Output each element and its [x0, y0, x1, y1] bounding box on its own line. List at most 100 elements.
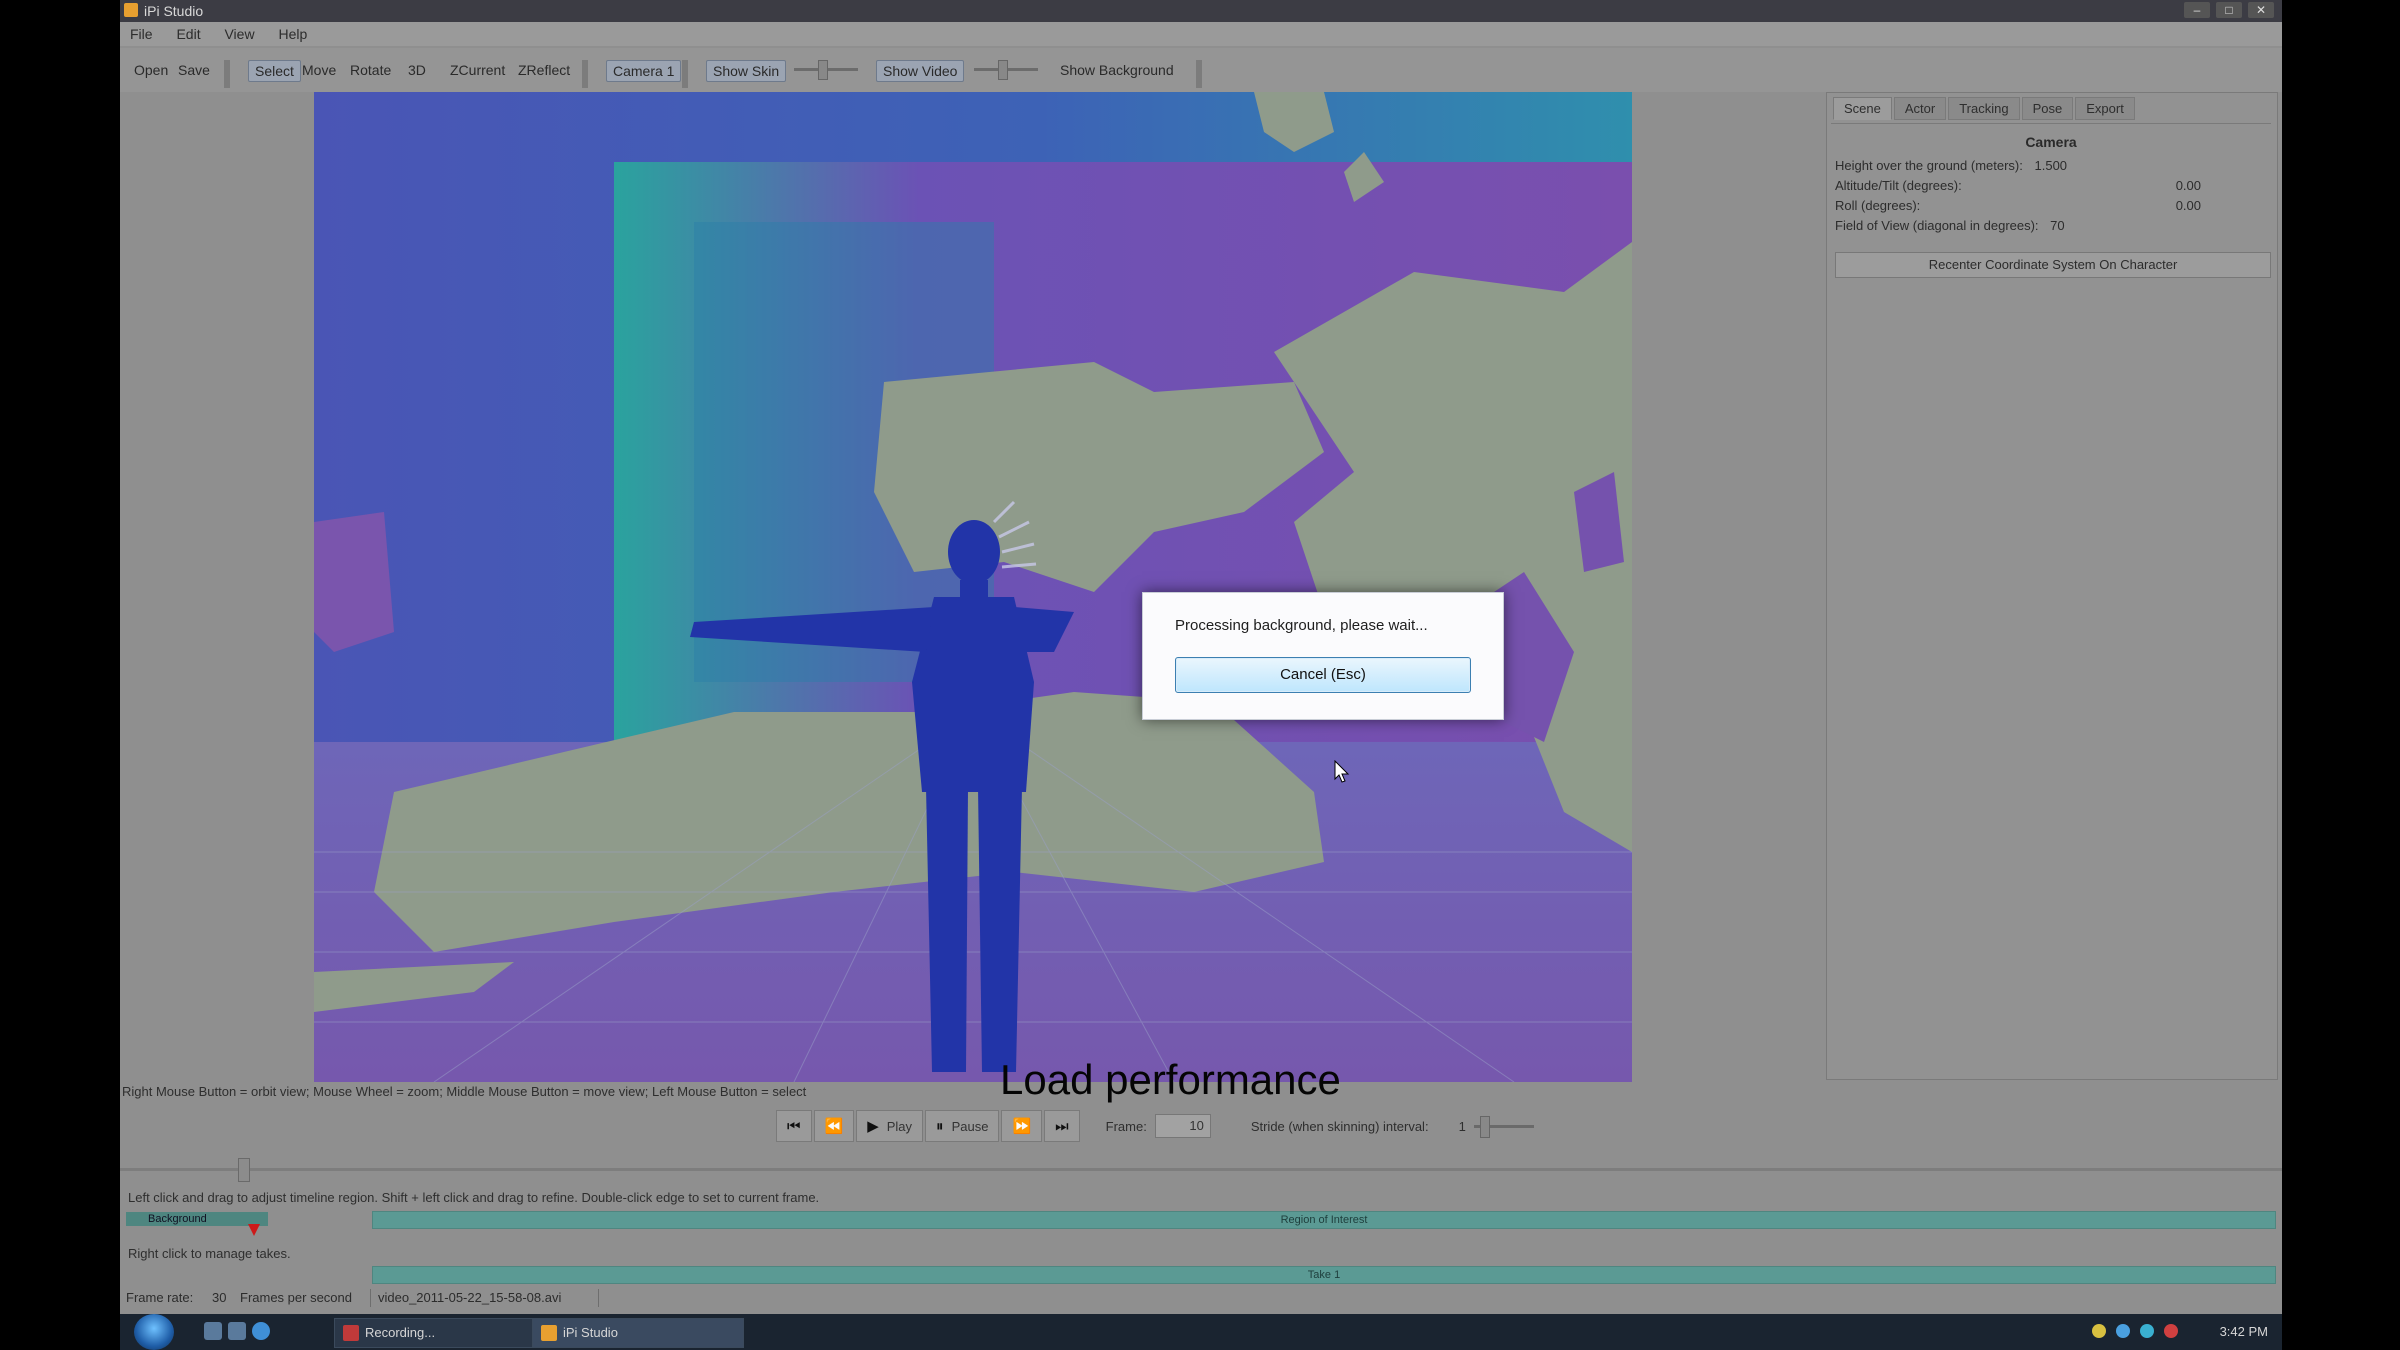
processing-dialog: Processing background, please wait... Ca…	[1142, 592, 1504, 720]
rotate-button[interactable]: Rotate	[344, 60, 397, 80]
clock[interactable]: 3:42 PM	[2220, 1324, 2268, 1339]
seek-thumb[interactable]	[238, 1158, 250, 1182]
tab-scene[interactable]: Scene	[1833, 97, 1892, 120]
rewind-icon: ⏪	[824, 1118, 844, 1135]
show-skin-toggle[interactable]: Show Skin	[706, 60, 787, 82]
cancel-button[interactable]: Cancel (Esc)	[1175, 657, 1471, 693]
roll-label: Roll (degrees):	[1835, 198, 1921, 213]
roll-value[interactable]: 0.00	[2176, 198, 2201, 213]
show-background-toggle[interactable]: Show Background	[1054, 60, 1180, 80]
seek-bar[interactable]	[120, 1158, 2282, 1182]
video-filename: video_2011-05-22_15-58-08.avi	[378, 1290, 562, 1305]
skip-end-button[interactable]: ⏭	[1044, 1110, 1080, 1142]
skip-end-icon: ⏭	[1055, 1117, 1069, 1135]
height-label: Height over the ground (meters):	[1835, 158, 2023, 173]
menu-file[interactable]: File	[120, 22, 163, 46]
video-opacity-slider[interactable]	[974, 60, 1038, 80]
interval-slider[interactable]	[1473, 1115, 1534, 1138]
skip-start-button[interactable]: ⏮	[776, 1110, 812, 1142]
fov-value[interactable]: 70	[2050, 218, 2064, 233]
background-track-tag[interactable]: Background	[126, 1212, 268, 1226]
recording-task-label: Recording...	[365, 1325, 436, 1340]
play-label: Play	[886, 1118, 913, 1134]
timeline-hint: Left click and drag to adjust timeline r…	[128, 1190, 820, 1205]
toolbar-separator	[1196, 60, 1202, 88]
tab-export[interactable]: Export	[2075, 97, 2135, 120]
camera-section-title: Camera	[2025, 134, 2077, 150]
desktop-screen: iPi Studio – □ ✕ File Edit View Help Ope…	[120, 0, 2282, 1350]
taskbar-ipi-studio[interactable]: iPi Studio	[532, 1318, 744, 1348]
toolbar-separator	[582, 60, 588, 88]
region-of-interest-track[interactable]: Region of Interest	[372, 1211, 2276, 1229]
current-frame-marker[interactable]	[248, 1224, 260, 1236]
rewind-button[interactable]: ⏪	[813, 1110, 855, 1142]
view-3d-button[interactable]: 3D	[402, 60, 432, 80]
close-button[interactable]: ✕	[2248, 2, 2274, 18]
toolbar-separator	[682, 60, 688, 88]
shield-icon[interactable]	[2140, 1324, 2154, 1338]
depth-viewport[interactable]	[314, 92, 1632, 1082]
volume-icon[interactable]	[2116, 1324, 2130, 1338]
zreflect-button[interactable]: ZReflect	[512, 60, 576, 80]
taskbar-recording[interactable]: Recording...	[334, 1318, 546, 1348]
tilt-value[interactable]: 0.00	[2176, 178, 2201, 193]
playback-controls: ⏮ ⏪ ▶ Play ⏸ Pause ⏩ ⏭ Frame: 10 Stride (w…	[776, 1108, 1534, 1144]
play-icon: ▶	[867, 1118, 879, 1135]
fast-forward-button[interactable]: ⏩	[1001, 1110, 1043, 1142]
panel-tabs: Scene Actor Tracking Pose Export	[1833, 97, 2135, 120]
main-toolbar: Open Save Select Move Rotate 3D ZCurrent…	[120, 48, 2282, 92]
window-controls: – □ ✕	[2184, 2, 2274, 18]
camera-select[interactable]: Camera 1	[606, 60, 682, 82]
tab-actor[interactable]: Actor	[1893, 97, 1947, 120]
video-caption: Load performance	[1000, 1056, 1341, 1103]
scene-tab-content: Camera Height over the ground (meters): …	[1831, 123, 2271, 1074]
fps-label: Frames per second	[240, 1290, 352, 1305]
minimize-button[interactable]: –	[2184, 2, 2210, 18]
fps-value: 30	[212, 1290, 227, 1305]
taskbar: Recording... iPi Studio 3:42 PM	[120, 1314, 2282, 1350]
switch-windows-icon[interactable]	[228, 1322, 246, 1340]
frame-input[interactable]: 10	[1154, 1114, 1211, 1138]
show-video-toggle[interactable]: Show Video	[876, 60, 965, 82]
properties-panel: Scene Actor Tracking Pose Export Camera …	[1826, 92, 2278, 1080]
maximize-button[interactable]: □	[2216, 2, 2242, 18]
save-button[interactable]: Save	[172, 60, 216, 80]
network-icon[interactable]	[2092, 1324, 2106, 1338]
takes-hint: Right click to manage takes.	[128, 1246, 291, 1261]
open-button[interactable]: Open	[128, 60, 174, 80]
region-label: Region of Interest	[1280, 1214, 1368, 1226]
ipi-app-icon	[541, 1325, 557, 1341]
recenter-button[interactable]: Recenter Coordinate System On Character	[1835, 252, 2271, 278]
pause-button[interactable]: ⏸ Pause	[925, 1110, 1000, 1142]
pause-icon: ⏸	[936, 1117, 944, 1135]
alert-icon[interactable]	[2164, 1324, 2178, 1338]
roll-row: Roll (degrees): 0.00	[1831, 198, 2271, 218]
zcurrent-button[interactable]: ZCurrent	[444, 60, 511, 80]
tab-tracking[interactable]: Tracking	[1948, 97, 2020, 120]
menu-view[interactable]: View	[214, 22, 264, 46]
slider-thumb[interactable]	[1479, 1115, 1490, 1138]
pause-label: Pause	[951, 1118, 989, 1134]
window-titlebar: iPi Studio – □ ✕	[120, 0, 2282, 22]
skin-opacity-slider[interactable]	[794, 60, 858, 80]
show-desktop-icon[interactable]	[204, 1322, 222, 1340]
height-value[interactable]: 1.500	[2035, 158, 2068, 173]
fov-label: Field of View (diagonal in degrees):	[1835, 218, 2039, 233]
take-track[interactable]: Take 1	[372, 1266, 2276, 1284]
recording-app-icon	[343, 1325, 359, 1341]
app-icon	[124, 3, 138, 17]
tab-pose[interactable]: Pose	[2021, 97, 2074, 120]
play-button[interactable]: ▶ Play	[856, 1110, 924, 1142]
browser-icon[interactable]	[252, 1322, 270, 1340]
select-button[interactable]: Select	[248, 60, 301, 82]
slider-thumb[interactable]	[998, 60, 1008, 80]
status-separator	[370, 1289, 371, 1307]
take-label: Take 1	[1307, 1269, 1341, 1281]
status-separator	[598, 1289, 599, 1307]
fov-row: Field of View (diagonal in degrees): 70	[1831, 218, 2271, 238]
start-button[interactable]	[134, 1314, 174, 1350]
menu-edit[interactable]: Edit	[166, 22, 210, 46]
slider-thumb[interactable]	[818, 60, 828, 80]
move-button[interactable]: Move	[296, 60, 342, 80]
menu-help[interactable]: Help	[268, 22, 317, 46]
